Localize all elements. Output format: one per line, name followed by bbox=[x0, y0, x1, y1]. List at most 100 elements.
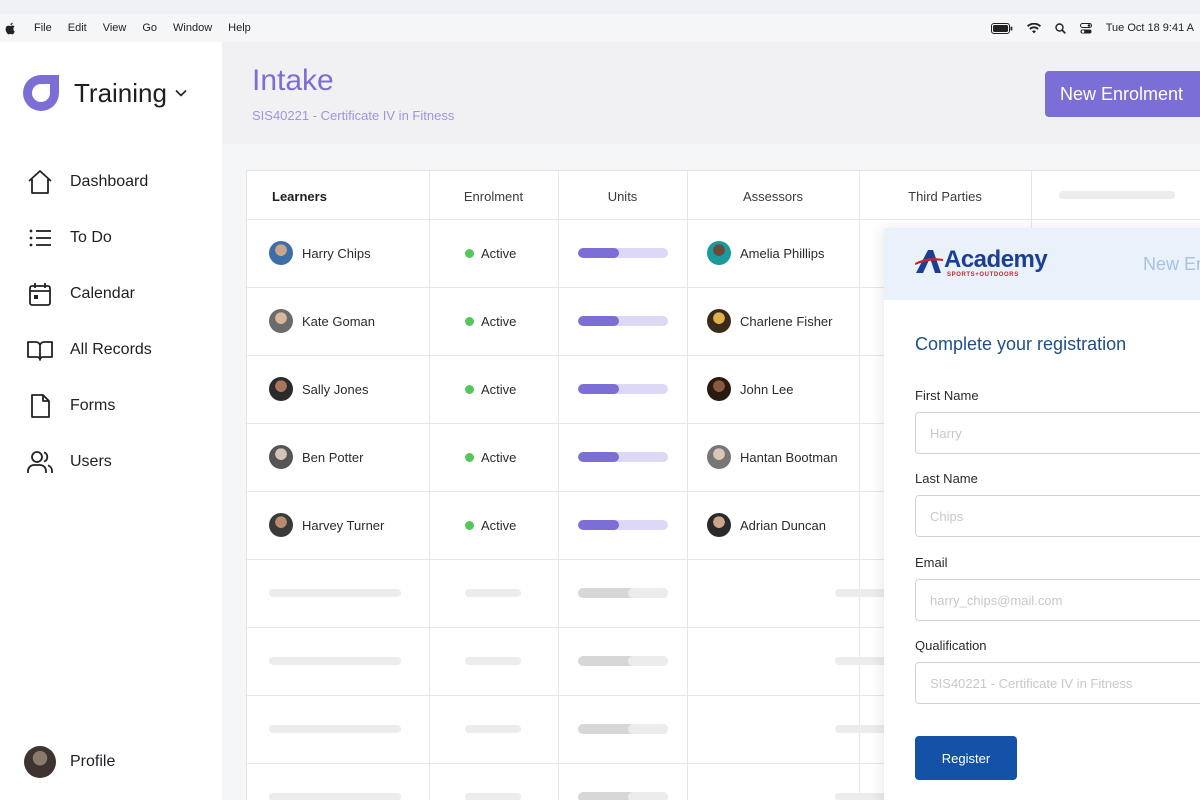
sidebar-item-all-records[interactable]: All Records bbox=[26, 322, 152, 378]
sidebar-item-label: Forms bbox=[70, 397, 116, 414]
learner-cell[interactable]: Ben Potter bbox=[269, 423, 363, 491]
status-badge: Active bbox=[481, 245, 517, 261]
learner-cell[interactable]: Kate Goman bbox=[269, 287, 375, 355]
sidebar-item-label: Users bbox=[70, 453, 112, 470]
skeleton-progress bbox=[578, 588, 668, 598]
academy-logo: Academy SPORTS+OUTDOORS bbox=[914, 246, 1048, 278]
menu-file[interactable]: File bbox=[34, 22, 52, 34]
last-name-field[interactable] bbox=[915, 495, 1200, 537]
menu-window[interactable]: Window bbox=[173, 22, 212, 34]
avatar bbox=[707, 513, 731, 537]
sidebar-item-profile[interactable]: Profile bbox=[24, 746, 115, 778]
skeleton-placeholder bbox=[269, 657, 401, 665]
assessor-name: John Lee bbox=[740, 381, 794, 397]
column-divider bbox=[859, 171, 860, 800]
academy-mark-icon bbox=[915, 250, 943, 273]
menu-datetime[interactable]: Tue Oct 18 9:41 A bbox=[1106, 22, 1194, 34]
new-enrolment-button[interactable]: New Enrolment bbox=[1045, 71, 1200, 117]
assessor-cell[interactable]: John Lee bbox=[707, 355, 794, 423]
learner-cell[interactable]: Sally Jones bbox=[269, 355, 368, 423]
menu-go[interactable]: Go bbox=[142, 22, 157, 34]
units-progress-fill bbox=[578, 316, 619, 326]
menu-edit[interactable]: Edit bbox=[68, 22, 87, 34]
sidebar-item-todo[interactable]: To Do bbox=[26, 210, 152, 266]
enrolment-cell: Active bbox=[465, 355, 516, 423]
apple-icon[interactable] bbox=[4, 22, 16, 35]
learner-cell[interactable]: Harvey Turner bbox=[269, 491, 384, 559]
register-button[interactable]: Register bbox=[915, 736, 1017, 780]
window-top-strip bbox=[0, 0, 1200, 14]
home-icon bbox=[28, 170, 52, 194]
email-field[interactable] bbox=[915, 579, 1200, 621]
page-subtitle: SIS40221 - Certificate IV in Fitness bbox=[252, 108, 455, 123]
skeleton-placeholder bbox=[465, 657, 521, 665]
column-header-placeholder bbox=[1059, 191, 1175, 199]
panel-header-title: New En bbox=[1143, 254, 1200, 274]
qualification-field[interactable] bbox=[915, 662, 1200, 704]
avatar bbox=[269, 445, 293, 469]
assessor-name: Hantan Bootman bbox=[740, 449, 838, 465]
sidebar-item-forms[interactable]: Forms bbox=[26, 378, 152, 434]
sidebar-item-label: Calendar bbox=[70, 285, 135, 302]
enrolment-cell: Active bbox=[465, 423, 516, 491]
avatar bbox=[269, 241, 293, 265]
learner-name: Kate Goman bbox=[302, 313, 375, 329]
column-header-learners[interactable]: Learners bbox=[272, 189, 327, 204]
status-dot bbox=[465, 316, 474, 326]
wifi-icon[interactable] bbox=[1026, 22, 1041, 34]
academy-brand: Academy bbox=[944, 246, 1048, 273]
column-header-enrolment[interactable]: Enrolment bbox=[429, 189, 558, 204]
menu-help[interactable]: Help bbox=[228, 22, 251, 34]
status-badge: Active bbox=[481, 381, 517, 397]
units-cell bbox=[578, 219, 668, 287]
enrolment-cell: Active bbox=[465, 491, 516, 559]
units-cell bbox=[578, 355, 668, 423]
control-center-icon[interactable] bbox=[1079, 22, 1092, 34]
sidebar-nav: Dashboard To Do Calendar All Records For… bbox=[26, 154, 152, 490]
workspace-switcher[interactable]: Training bbox=[20, 72, 187, 114]
workspace-name: Training bbox=[74, 77, 167, 108]
units-progress-fill bbox=[578, 452, 619, 462]
learner-cell[interactable]: Harry Chips bbox=[269, 219, 371, 287]
registration-panel-header: Academy SPORTS+OUTDOORS New En bbox=[884, 228, 1200, 300]
learner-name: Harvey Turner bbox=[302, 517, 385, 533]
column-header-assessors[interactable]: Assessors bbox=[687, 189, 859, 204]
calendar-icon bbox=[29, 283, 51, 306]
avatar bbox=[269, 309, 293, 333]
first-name-label: First Name bbox=[915, 388, 979, 403]
list-icon bbox=[29, 229, 51, 247]
search-icon[interactable] bbox=[1055, 22, 1066, 34]
units-progress-bar bbox=[578, 520, 668, 530]
skeleton-placeholder bbox=[465, 725, 521, 733]
book-icon bbox=[27, 341, 53, 361]
academy-brand-sub: SPORTS+OUTDOORS bbox=[947, 272, 1019, 278]
column-divider bbox=[687, 171, 688, 800]
training-logo-icon bbox=[23, 75, 59, 111]
units-cell bbox=[578, 491, 668, 559]
sidebar-item-users[interactable]: Users bbox=[26, 434, 152, 490]
enrolment-cell: Active bbox=[465, 287, 516, 355]
status-dot bbox=[465, 452, 474, 462]
column-header-third-parties[interactable]: Third Parties bbox=[859, 189, 1031, 204]
units-progress-bar bbox=[578, 248, 668, 258]
first-name-field[interactable] bbox=[915, 412, 1200, 454]
skeleton-progress bbox=[578, 656, 668, 666]
assessor-cell[interactable]: Amelia Phillips bbox=[707, 219, 825, 287]
skeleton-progress bbox=[578, 724, 668, 734]
menu-view[interactable]: View bbox=[103, 22, 127, 34]
sidebar-item-calendar[interactable]: Calendar bbox=[26, 266, 152, 322]
column-header-units[interactable]: Units bbox=[558, 189, 687, 204]
units-cell bbox=[578, 287, 668, 355]
sidebar-item-dashboard[interactable]: Dashboard bbox=[26, 154, 152, 210]
sidebar: Training Dashboard To Do Calendar All Re… bbox=[0, 42, 222, 800]
avatar bbox=[707, 445, 731, 469]
assessor-name: Adrian Duncan bbox=[740, 517, 826, 533]
units-cell bbox=[578, 423, 668, 491]
sidebar-item-label: Dashboard bbox=[70, 173, 149, 190]
column-divider bbox=[429, 171, 430, 800]
battery-icon[interactable] bbox=[990, 22, 1013, 34]
assessor-cell[interactable]: Adrian Duncan bbox=[707, 491, 826, 559]
assessor-cell[interactable]: Charlene Fisher bbox=[707, 287, 833, 355]
assessor-cell[interactable]: Hantan Bootman bbox=[707, 423, 838, 491]
units-progress-bar bbox=[578, 384, 668, 394]
